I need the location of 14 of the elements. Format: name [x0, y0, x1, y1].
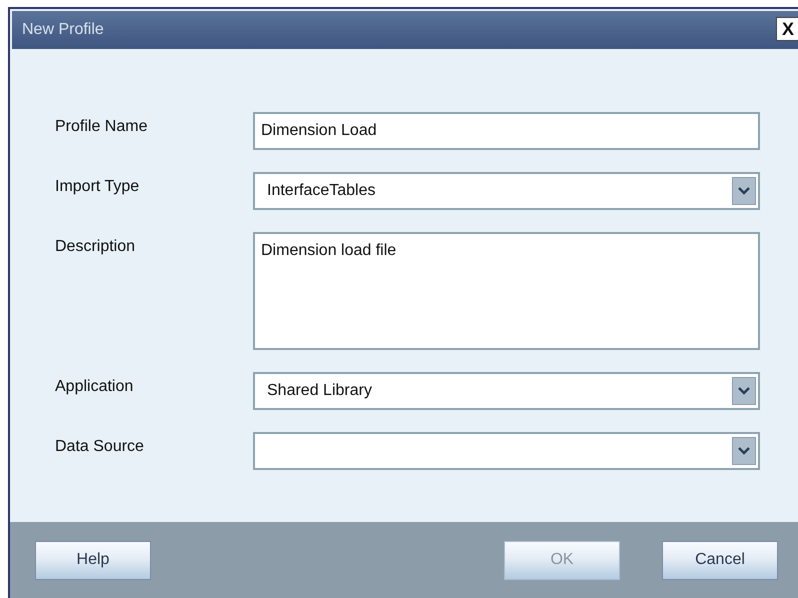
field-label: Data Source [55, 437, 144, 456]
description-field[interactable]: Dimension load file [253, 232, 760, 350]
field-label: Profile Name [55, 117, 148, 136]
text-field[interactable]: Dimension Load [253, 112, 760, 150]
field-label: Application [55, 377, 134, 396]
field-label: Description [55, 237, 136, 256]
close-button[interactable]: X [776, 17, 798, 41]
window-title: New Profile [21, 21, 105, 39]
dropdown[interactable]: Shared Library [253, 372, 760, 410]
dialog-button[interactable]: Help [35, 540, 151, 580]
dropdown[interactable] [253, 432, 760, 470]
dialog-button[interactable]: Cancel [662, 540, 778, 580]
dropdown[interactable]: InterfaceTables [253, 172, 760, 210]
field-label: Import Type [55, 177, 140, 196]
